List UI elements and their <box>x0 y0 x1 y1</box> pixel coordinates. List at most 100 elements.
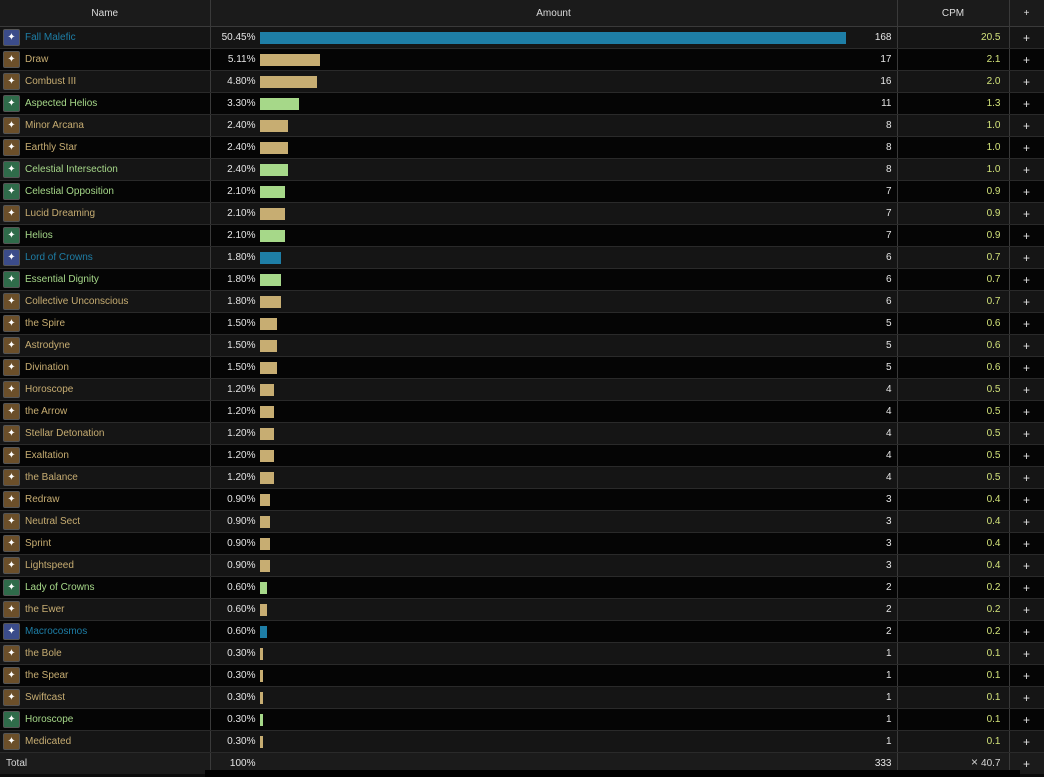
ability-name[interactable]: the Spire <box>25 318 65 329</box>
table-row: ✦ Combust III 4.80% 16 2.0 + <box>0 70 1044 93</box>
expand-row-button[interactable]: + <box>1009 576 1044 599</box>
ability-name[interactable]: Medicated <box>25 736 71 747</box>
ability-name[interactable]: Lightspeed <box>25 560 74 571</box>
cast-count: 2 <box>885 582 892 593</box>
potion-icon: ✦ <box>3 733 20 750</box>
expand-row-button[interactable]: + <box>1009 642 1044 665</box>
ability-name[interactable]: Collective Unconscious <box>25 296 128 307</box>
amount-bar <box>259 163 289 176</box>
expand-row-button[interactable]: + <box>1009 708 1044 731</box>
expand-row-button[interactable]: + <box>1009 466 1044 489</box>
ability-name[interactable]: Sprint <box>25 538 51 549</box>
amount-bar-track <box>259 207 860 220</box>
expand-row-button[interactable]: + <box>1009 202 1044 225</box>
expand-row-button[interactable]: + <box>1009 444 1044 467</box>
expand-row-button[interactable]: + <box>1009 92 1044 115</box>
ability-name[interactable]: Lady of Crowns <box>25 582 94 593</box>
ability-name[interactable]: Celestial Intersection <box>25 164 118 175</box>
cpm-value: 0.9 <box>897 202 1010 225</box>
ability-name[interactable]: the Spear <box>25 670 68 681</box>
ability-name[interactable]: the Balance <box>25 472 78 483</box>
table-row: ✦ Horoscope 0.30% 1 0.1 + <box>0 708 1044 731</box>
ability-name[interactable]: Fall Malefic <box>25 32 76 43</box>
ability-name[interactable]: Celestial Opposition <box>25 186 114 197</box>
amount-percent: 1.20% <box>227 450 256 461</box>
expand-row-button[interactable]: + <box>1009 136 1044 159</box>
cast-count: 3 <box>885 494 892 505</box>
ability-name[interactable]: Divination <box>25 362 69 373</box>
expand-row-button[interactable]: + <box>1009 48 1044 71</box>
ability-name[interactable]: Astrodyne <box>25 340 70 351</box>
expand-row-button[interactable]: + <box>1009 290 1044 313</box>
expand-row-button[interactable]: + <box>1009 26 1044 49</box>
ability-name[interactable]: Essential Dignity <box>25 274 99 285</box>
amount-bar <box>259 119 289 132</box>
expand-row-button[interactable]: + <box>1009 554 1044 577</box>
expand-row-button[interactable]: + <box>1009 620 1044 643</box>
expand-row-button[interactable]: + <box>1009 180 1044 203</box>
ability-name[interactable]: the Bole <box>25 648 62 659</box>
table-row: ✦ Lady of Crowns 0.60% 2 0.2 + <box>0 576 1044 599</box>
ability-name[interactable]: the Arrow <box>25 406 67 417</box>
cast-count: 1 <box>885 692 892 703</box>
expand-row-button[interactable]: + <box>1009 268 1044 291</box>
ability-name[interactable]: Combust III <box>25 76 76 87</box>
total-percent: 100% <box>229 758 256 769</box>
ability-name[interactable]: Draw <box>25 54 48 65</box>
expand-row-button[interactable]: + <box>1009 246 1044 269</box>
ability-name[interactable]: Earthly Star <box>25 142 77 153</box>
opposition-icon: ✦ <box>3 183 20 200</box>
ability-name[interactable]: Lord of Crowns <box>25 252 93 263</box>
expand-row-button[interactable]: + <box>1009 730 1044 753</box>
cast-count: 1 <box>885 648 892 659</box>
expand-row-button[interactable]: + <box>1009 334 1044 357</box>
cast-count: 7 <box>885 208 892 219</box>
amount-percent: 2.40% <box>227 120 256 131</box>
ability-name[interactable]: Lucid Dreaming <box>25 208 95 219</box>
expand-row-button[interactable]: + <box>1009 422 1044 445</box>
dignity-icon: ✦ <box>3 271 20 288</box>
ability-name[interactable]: Neutral Sect <box>25 516 80 527</box>
expand-row-button[interactable]: + <box>1009 510 1044 533</box>
expand-row-button[interactable]: + <box>1009 686 1044 709</box>
cast-count: 3 <box>885 516 892 527</box>
expand-row-button[interactable]: + <box>1009 114 1044 137</box>
ability-name[interactable]: Redraw <box>25 494 59 505</box>
amount-percent: 4.80% <box>227 76 256 87</box>
helios-icon: ✦ <box>3 95 20 112</box>
ability-name[interactable]: Horoscope <box>25 384 73 395</box>
expand-row-button[interactable]: + <box>1009 532 1044 555</box>
amount-bar-track <box>259 229 860 242</box>
amount-bar-track <box>259 559 860 572</box>
add-column-button[interactable]: + <box>1009 0 1044 27</box>
expand-row-button[interactable]: + <box>1009 664 1044 687</box>
name-column-header[interactable]: Name <box>0 0 211 27</box>
expand-row-button[interactable]: + <box>1009 224 1044 247</box>
ability-name[interactable]: Exaltation <box>25 450 69 461</box>
table-body: ✦ Fall Malefic 50.45% 168 20.5 + ✦ Draw … <box>0 26 1044 753</box>
expand-row-button[interactable]: + <box>1009 158 1044 181</box>
amount-column-header[interactable]: Amount <box>210 0 898 27</box>
expand-row-button[interactable]: + <box>1009 70 1044 93</box>
amount-percent: 1.20% <box>227 428 256 439</box>
ability-name[interactable]: Macrocosmos <box>25 626 87 637</box>
cpm-column-header[interactable]: CPM <box>897 0 1010 27</box>
ability-name[interactable]: Helios <box>25 230 53 241</box>
horizontal-scrollbar[interactable] <box>205 770 1020 777</box>
expand-row-button[interactable]: + <box>1009 598 1044 621</box>
ability-name[interactable]: the Ewer <box>25 604 64 615</box>
expand-row-button[interactable]: + <box>1009 356 1044 379</box>
ability-name[interactable]: Swiftcast <box>25 692 65 703</box>
ability-name[interactable]: Stellar Detonation <box>25 428 105 439</box>
amount-percent: 1.50% <box>227 340 256 351</box>
expand-row-button[interactable]: + <box>1009 378 1044 401</box>
ability-name[interactable]: Aspected Helios <box>25 98 97 109</box>
table-row: ✦ the Spire 1.50% 5 0.6 + <box>0 312 1044 335</box>
divination-icon: ✦ <box>3 359 20 376</box>
ability-name[interactable]: Horoscope <box>25 714 73 725</box>
close-icon[interactable]: × <box>971 755 978 769</box>
expand-row-button[interactable]: + <box>1009 312 1044 335</box>
expand-row-button[interactable]: + <box>1009 488 1044 511</box>
ability-name[interactable]: Minor Arcana <box>25 120 84 131</box>
expand-row-button[interactable]: + <box>1009 400 1044 423</box>
